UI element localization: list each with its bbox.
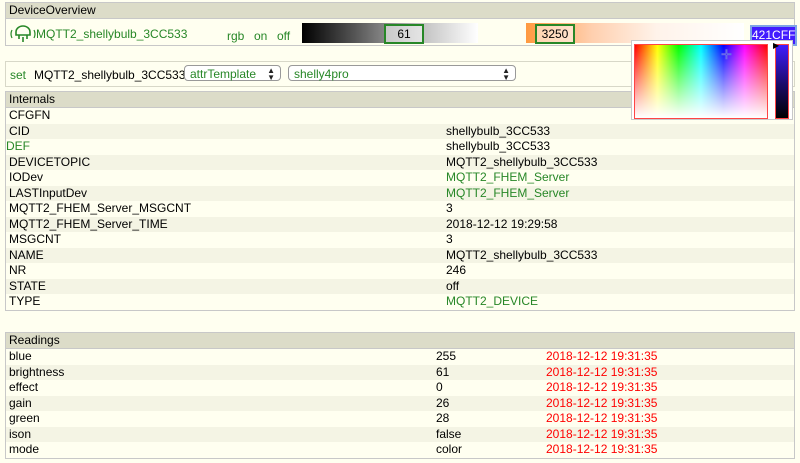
internal-value: 3 xyxy=(443,232,794,248)
table-row: mode color 2018-12-12 19:31:35 xyxy=(6,442,794,458)
readings-panel: Readings blue 255 2018-12-12 19:31:35 brig… xyxy=(5,332,795,459)
table-row: MSGCNT 3 xyxy=(6,232,794,248)
select-arrows-icon: ▲ ▼ xyxy=(267,66,275,82)
reading-name: gain xyxy=(6,395,433,411)
table-row: TYPE MQTT2_DEVICE xyxy=(6,294,794,310)
internal-value: 3 xyxy=(443,201,794,217)
device-overview-header: DeviceOverview xyxy=(6,3,794,19)
table-row: NR 246 xyxy=(6,263,794,279)
set-command-select[interactable]: attrTemplate ▲ ▼ xyxy=(184,65,281,82)
internal-name: IODev xyxy=(6,170,443,186)
internal-value: shellybulb_3CC533 xyxy=(443,139,794,155)
internal-value: 246 xyxy=(443,263,794,279)
reading-timestamp: 2018-12-12 19:31:35 xyxy=(543,442,794,458)
table-row: CID shellybulb_3CC533 xyxy=(6,123,794,139)
internal-name: LASTInputDev xyxy=(6,185,443,201)
rgb-command-link[interactable]: rgb xyxy=(227,29,244,43)
table-row: DEVICETOPIC MQTT2_shellybulb_3CC533 xyxy=(6,154,794,170)
table-row: IODev MQTT2_FHEM_Server xyxy=(6,170,794,186)
table-row: DEF shellybulb_3CC533 xyxy=(6,139,794,155)
set-device-name: MQTT2_shellybulb_3CC533 xyxy=(34,68,186,82)
set-argument-select-value: shelly4pro xyxy=(294,67,349,81)
lastinputdev-link[interactable]: MQTT2_FHEM_Server xyxy=(443,185,794,201)
reading-name: blue xyxy=(6,349,433,365)
reading-value: 0 xyxy=(433,380,543,396)
table-row: ison false 2018-12-12 19:31:35 xyxy=(6,426,794,442)
reading-name: green xyxy=(6,411,433,427)
reading-timestamp: 2018-12-12 19:31:35 xyxy=(543,426,794,442)
reading-value: 26 xyxy=(433,395,543,411)
internal-name: MSGCNT xyxy=(6,232,443,248)
off-command-link[interactable]: off xyxy=(277,29,290,43)
iodev-link[interactable]: MQTT2_FHEM_Server xyxy=(443,170,794,186)
internal-name: DEVICETOPIC xyxy=(6,154,443,170)
reading-value: 255 xyxy=(433,349,543,365)
color-temperature-slider-handle[interactable]: 3250 xyxy=(535,24,575,44)
select-arrows-icon: ▲ ▼ xyxy=(502,66,510,82)
set-argument-select[interactable]: shelly4pro ▲ ▼ xyxy=(288,65,516,82)
internal-value: off xyxy=(443,278,794,294)
on-command-link[interactable]: on xyxy=(254,29,267,43)
type-link[interactable]: MQTT2_DEVICE xyxy=(443,294,794,310)
brightness-slider-handle[interactable]: 61 xyxy=(384,24,424,44)
reading-timestamp: 2018-12-12 19:31:35 xyxy=(543,395,794,411)
readings-header: Readings xyxy=(6,333,794,349)
color-picker-popup: ✛ ▶ xyxy=(631,40,793,120)
set-command-select-value: attrTemplate xyxy=(190,67,257,81)
table-row: brightness 61 2018-12-12 19:31:35 xyxy=(6,364,794,380)
internal-value: MQTT2_shellybulb_3CC533 xyxy=(443,247,794,263)
reading-name: mode xyxy=(6,442,433,458)
internal-value: 2018-12-12 19:29:58 xyxy=(443,216,794,232)
internals-panel: Internals CFGFN CID shellybulb_3CC533 DEF… xyxy=(5,91,795,311)
table-row: STATE off xyxy=(6,278,794,294)
readings-table: blue 255 2018-12-12 19:31:35 brightness 61 2… xyxy=(6,349,794,458)
table-row: LASTInputDev MQTT2_FHEM_Server xyxy=(6,185,794,201)
table-row: gain 26 2018-12-12 19:31:35 xyxy=(6,395,794,411)
reading-name: effect xyxy=(6,380,433,396)
internal-name-def-link[interactable]: DEF xyxy=(6,139,443,155)
reading-name: brightness xyxy=(6,364,433,380)
brightness-value-bar[interactable]: ▶ xyxy=(773,41,789,119)
reading-value: false xyxy=(433,426,543,442)
internal-name: STATE xyxy=(6,278,443,294)
reading-timestamp: 2018-12-12 19:31:35 xyxy=(543,411,794,427)
reading-value: color xyxy=(433,442,543,458)
table-row: blue 255 2018-12-12 19:31:35 xyxy=(6,349,794,365)
reading-name: ison xyxy=(6,426,433,442)
crosshair-icon[interactable]: ✛ xyxy=(721,47,732,63)
internal-name: NAME xyxy=(6,247,443,263)
brightness-slider[interactable]: 61 xyxy=(302,23,478,44)
reading-timestamp: 2018-12-12 19:31:35 xyxy=(543,380,794,396)
internal-name: NR xyxy=(6,263,443,279)
internal-value: MQTT2_shellybulb_3CC533 xyxy=(443,154,794,170)
reading-timestamp: 2018-12-12 19:31:35 xyxy=(543,349,794,365)
internal-value: shellybulb_3CC533 xyxy=(443,123,794,139)
internal-name: TYPE xyxy=(6,294,443,310)
saturation-value-area[interactable]: ✛ xyxy=(634,44,768,119)
internal-name: CID xyxy=(6,123,443,139)
internal-name: MQTT2_FHEM_Server_MSGCNT xyxy=(6,201,443,217)
table-row: effect 0 2018-12-12 19:31:35 xyxy=(6,380,794,396)
table-row: MQTT2_FHEM_Server_TIME 2018-12-12 19:29:5… xyxy=(6,216,794,232)
table-row: NAME MQTT2_shellybulb_3CC533 xyxy=(6,247,794,263)
table-row: green 28 2018-12-12 19:31:35 xyxy=(6,411,794,427)
internal-name: MQTT2_FHEM_Server_TIME xyxy=(6,216,443,232)
internals-table: CFGFN CID shellybulb_3CC533 DEF shellybulb… xyxy=(6,108,794,310)
internal-name: CFGFN xyxy=(6,108,443,124)
reading-timestamp: 2018-12-12 19:31:35 xyxy=(543,364,794,380)
triangle-marker-icon[interactable]: ▶ xyxy=(773,41,779,50)
light-bulb-icon[interactable] xyxy=(10,24,36,44)
table-row: MQTT2_FHEM_Server_MSGCNT 3 xyxy=(6,201,794,217)
set-button[interactable]: set xyxy=(10,68,26,82)
device-name-link[interactable]: MQTT2_shellybulb_3CC533 xyxy=(36,27,187,41)
reading-value: 28 xyxy=(433,411,543,427)
reading-value: 61 xyxy=(433,364,543,380)
